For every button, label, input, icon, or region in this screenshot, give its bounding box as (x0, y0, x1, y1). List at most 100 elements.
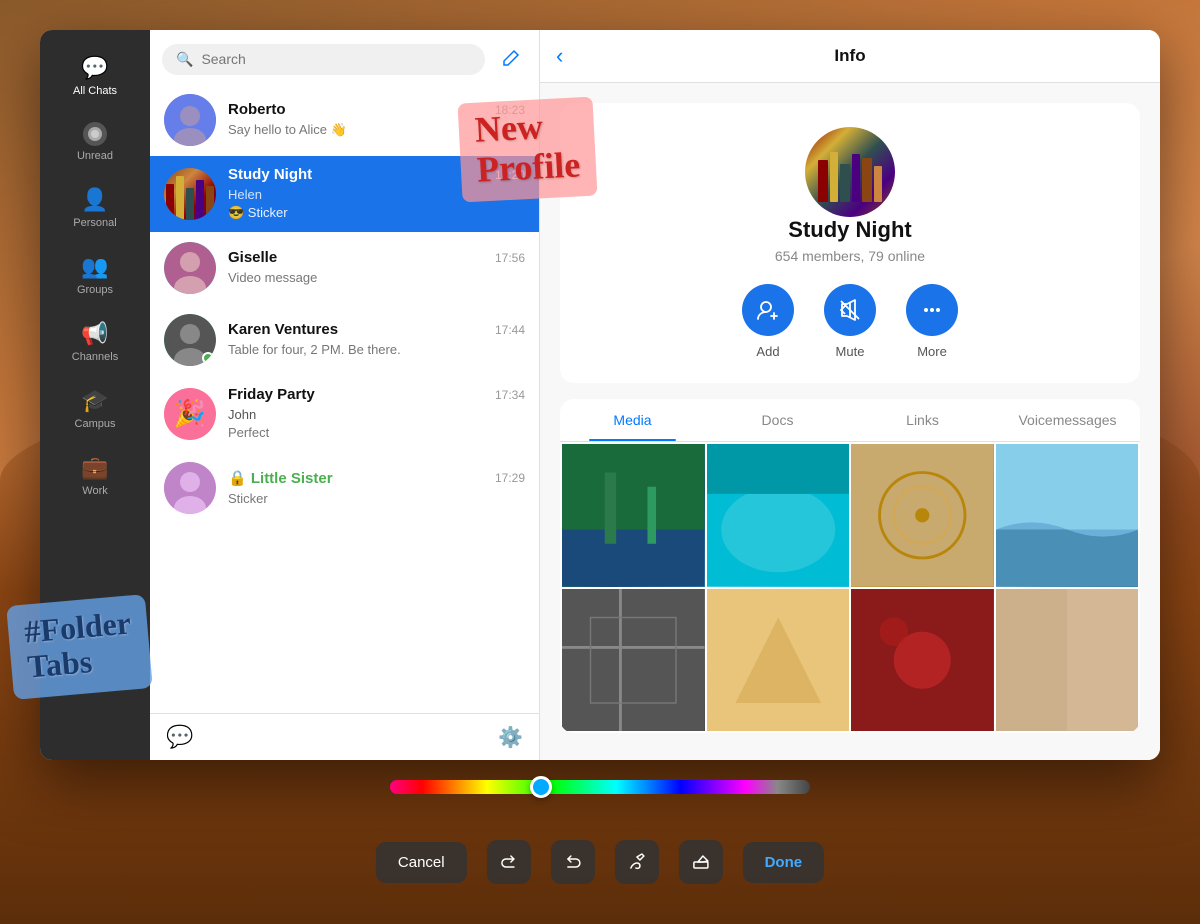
tab-docs[interactable]: Docs (705, 399, 850, 441)
media-thumb-7[interactable] (851, 589, 994, 732)
brush-button[interactable] (615, 840, 659, 884)
sidebar-label-work: Work (82, 485, 107, 497)
chat-preview-giselle: Video message (228, 270, 317, 285)
bottom-toolbar: Cancel Done (376, 840, 824, 884)
channels-icon: 📢 (81, 321, 108, 347)
done-button[interactable]: Done (743, 842, 825, 883)
avatar-roberto (164, 94, 216, 146)
media-thumb-6[interactable] (707, 589, 850, 732)
sidebar-item-unread[interactable]: Unread (50, 112, 140, 172)
chat-name-roberto: Roberto (228, 101, 286, 118)
sidebar-label-groups: Groups (77, 284, 113, 296)
chat-item-sister[interactable]: 🔒 Little Sister 17:29 Sticker (150, 452, 539, 524)
group-members: 654 members, 79 online (775, 248, 925, 264)
avatar-sister (164, 462, 216, 514)
sidebar-item-channels[interactable]: 📢 Channels (50, 311, 140, 373)
media-thumb-1[interactable] (562, 444, 705, 587)
chat-time-karen: 17:44 (495, 323, 525, 337)
sidebar-label-campus: Campus (75, 418, 116, 430)
chat-info-giselle: Giselle 17:56 Video message (228, 249, 525, 287)
compose-button[interactable] (493, 42, 527, 76)
personal-icon: 👤 (81, 187, 108, 213)
sidebar-label-unread: Unread (77, 150, 113, 162)
sidebar-label-personal: Personal (73, 217, 116, 229)
chat-item-friday[interactable]: 🎉 Friday Party 17:34 John Perfect (150, 376, 539, 452)
chat-list: Roberto 18:23 Say hello to Alice 👋 (150, 84, 539, 713)
more-button[interactable]: More (906, 284, 958, 359)
sidebar-item-groups[interactable]: 👥 Groups (50, 244, 140, 306)
eraser-button[interactable] (679, 840, 723, 884)
svg-text:🎉: 🎉 (174, 398, 206, 429)
chat-bubble-icon[interactable]: 💬 (166, 724, 193, 750)
chat-preview-karen: Table for four, 2 PM. Be there. (228, 342, 401, 357)
redo-button[interactable] (487, 840, 531, 884)
campus-icon: 🎓 (81, 388, 108, 414)
add-label: Add (756, 344, 779, 359)
chat-preview-study-night: 😎 Sticker (228, 205, 288, 220)
chat-item-study-night[interactable]: Study Night 18:20 Helen 😎 Sticker (150, 156, 539, 232)
media-thumb-8[interactable] (996, 589, 1139, 732)
back-button[interactable]: ‹ (556, 43, 563, 69)
color-slider-thumb[interactable] (530, 776, 552, 798)
media-thumb-3[interactable] (851, 444, 994, 587)
groups-icon: 👥 (81, 254, 108, 280)
chat-list-panel: 🔍 (150, 30, 540, 760)
more-icon (906, 284, 958, 336)
chat-preview-friday: Perfect (228, 425, 269, 440)
sidebar-label-channels: Channels (72, 351, 118, 363)
mute-button[interactable]: Mute (824, 284, 876, 359)
tab-media[interactable]: Media (560, 399, 705, 441)
group-name: Study Night (788, 217, 911, 243)
search-bar: 🔍 (150, 30, 539, 84)
search-input-wrapper[interactable]: 🔍 (162, 44, 485, 75)
chat-item-karen[interactable]: Karen Ventures 17:44 Table for four, 2 P… (150, 304, 539, 376)
chat-time-sister: 17:29 (495, 471, 525, 485)
chat-name-giselle: Giselle (228, 249, 277, 266)
all-chats-icon: 💬 (81, 55, 108, 81)
sidebar-item-personal[interactable]: 👤 Personal (50, 177, 140, 239)
chat-item-giselle[interactable]: Giselle 17:56 Video message (150, 232, 539, 304)
chat-time-giselle: 17:56 (495, 251, 525, 265)
undo-button[interactable] (551, 840, 595, 884)
sidebar-item-campus[interactable]: 🎓 Campus (50, 378, 140, 440)
tab-voicemessages[interactable]: Voicemessages (995, 399, 1140, 441)
info-title: Info (834, 46, 865, 66)
sidebar-label-all-chats: All Chats (73, 85, 117, 97)
media-thumb-2[interactable] (707, 444, 850, 587)
add-button[interactable]: Add (742, 284, 794, 359)
media-section: Media Docs Links Voicemessages (560, 399, 1140, 733)
work-icon: 💼 (81, 455, 108, 481)
mute-label: Mute (836, 344, 865, 359)
avatar-friday: 🎉 (164, 388, 216, 440)
media-tabs: Media Docs Links Voicemessages (560, 399, 1140, 442)
tab-links[interactable]: Links (850, 399, 995, 441)
avatar-study-night (164, 168, 216, 220)
chat-info-study-night: Study Night 18:20 Helen 😎 Sticker (228, 166, 525, 222)
group-avatar (805, 127, 895, 217)
info-panel: ‹ Info Study Night 654 members, 79 (540, 30, 1160, 760)
chat-list-bottom: 💬 ⚙️ (150, 713, 539, 760)
media-thumb-5[interactable] (562, 589, 705, 732)
search-icon: 🔍 (176, 51, 193, 68)
chat-time-study-night: 18:20 (495, 168, 525, 182)
chat-name-karen: Karen Ventures (228, 321, 338, 338)
chat-info-karen: Karen Ventures 17:44 Table for four, 2 P… (228, 321, 525, 359)
sidebar-item-work[interactable]: 💼 Work (50, 445, 140, 507)
chat-sender-study-night: Helen (228, 187, 262, 202)
chat-name-study-night: Study Night (228, 166, 312, 183)
unread-icon (83, 122, 107, 146)
media-thumb-4[interactable] (996, 444, 1139, 587)
avatar-giselle (164, 242, 216, 294)
sidebar-item-all-chats[interactable]: 💬 All Chats (50, 45, 140, 107)
avatar-karen (164, 314, 216, 366)
chat-item-roberto[interactable]: Roberto 18:23 Say hello to Alice 👋 (150, 84, 539, 156)
info-header: ‹ Info (540, 30, 1160, 83)
search-input[interactable] (201, 51, 471, 67)
sidebar: 💬 All Chats Unread 👤 Personal 👥 Groups 📢… (40, 30, 150, 760)
settings-icon[interactable]: ⚙️ (498, 725, 523, 750)
mute-icon (824, 284, 876, 336)
color-slider-track[interactable] (390, 780, 810, 794)
chat-name-sister: 🔒 Little Sister (228, 469, 333, 487)
cancel-button[interactable]: Cancel (376, 842, 467, 883)
group-actions: Add Mute (742, 284, 958, 359)
